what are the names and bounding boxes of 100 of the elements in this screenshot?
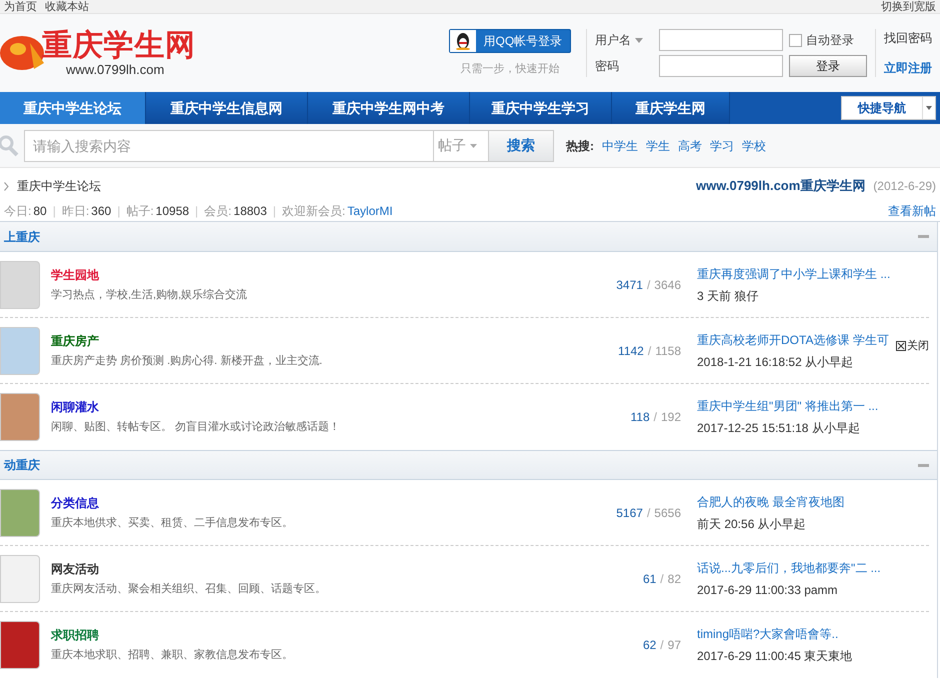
wide-version-link[interactable]: 切换到宽版 (881, 0, 936, 12)
section-title[interactable]: 上重庆 (0, 228, 40, 246)
forum-image-placeholder (0, 488, 40, 536)
post-count: 3646 (654, 276, 681, 294)
nav-tab[interactable]: 重庆学生网 (612, 92, 730, 124)
collapse-icon[interactable] (918, 235, 929, 238)
caret-icon (470, 144, 477, 148)
post-count: 97 (668, 637, 681, 654)
forum-description: 重庆房产走势 房价预测 .购房心得. 新楼开盘，业主交流. (51, 354, 324, 369)
hot-search-link[interactable]: 学习 (710, 136, 734, 154)
username-label[interactable]: 用户名 (595, 31, 653, 49)
nav-tab[interactable]: 重庆中学生论坛 (0, 92, 146, 124)
qq-login-button[interactable]: 用QQ帐号登录 (448, 28, 572, 53)
forum-description: 重庆本地求职、招聘、兼职、家教信息发布专区。 (51, 648, 294, 664)
hot-search-link[interactable]: 学生 (646, 136, 670, 154)
search-button[interactable]: 搜索 (488, 130, 554, 162)
top-link[interactable]: 为首页 (4, 0, 37, 12)
post-count: 1158 (655, 342, 681, 360)
stat-label: 昨日: (62, 202, 90, 220)
penguin-icon (454, 32, 471, 50)
nav-tab[interactable]: 重庆中学生网中考 (308, 92, 470, 124)
last-post-link[interactable]: 话说...九零后们，我地都要奔"二 ... (697, 558, 881, 576)
forum-image-placeholder (0, 326, 40, 374)
post-count: 5656 (654, 504, 681, 522)
stat-label: 会员: (204, 202, 232, 220)
logo-url: www.0799lh.com (65, 63, 166, 77)
register-link[interactable]: 立即注册 (884, 59, 932, 77)
stat-value: 18803 (234, 202, 267, 220)
forum-name[interactable]: 重庆房产 (51, 332, 587, 350)
forum-name[interactable]: 网友活动 (51, 560, 587, 578)
last-post-link[interactable]: 重庆高校老师开DOTA选修课 学生可 (697, 330, 889, 348)
forum-description: 闲聊、贴图、转帖专区。 勿盲目灌水或讨论政治敏感话题！ (51, 420, 342, 436)
stat-separator: | (195, 202, 198, 220)
post-count: 192 (660, 409, 681, 426)
forum-name[interactable]: 求职招聘 (51, 626, 587, 644)
last-post-link[interactable]: timing唔啱?大家會唔會等.. (697, 625, 838, 643)
caret-icon (635, 38, 643, 42)
new-member-label: 欢迎新会员: (282, 202, 346, 220)
forum-name[interactable]: 分类信息 (51, 494, 587, 512)
hot-search-label: 热搜: (566, 138, 594, 154)
hot-search-link[interactable]: 高考 (678, 136, 702, 154)
view-new-posts-link[interactable]: 查看新帖 (888, 202, 936, 220)
qq-login-hint: 只需一步，快速开始 (460, 62, 560, 77)
hot-search-link[interactable]: 学校 (742, 136, 766, 154)
last-post-meta: 2017-12-25 15:51:18 从小早起 (697, 420, 860, 437)
last-post-link[interactable]: 重庆再度强调了中小学上课和学生 ... (697, 264, 890, 282)
collapse-icon[interactable] (918, 464, 929, 466)
hot-search-link[interactable]: 中学生 (602, 136, 638, 154)
stat-separator: | (272, 202, 276, 220)
breadcrumb-link[interactable]: 重庆中学生论坛 (17, 177, 101, 195)
thread-count: 62 (642, 637, 656, 654)
forum-name[interactable]: 闲聊灌水 (51, 398, 587, 416)
close-icon (896, 341, 906, 352)
scope-dropdown[interactable]: 帖子 (434, 130, 488, 162)
caret-icon (926, 106, 932, 110)
stat-value: 10958 (156, 202, 190, 220)
forum-name[interactable]: 学生园地 (51, 266, 587, 284)
last-post-meta: 2017-6-29 11:00:45 東天東地 (697, 648, 852, 665)
last-post-link[interactable]: 重庆中学生组"男团" 将推出第一 ... (697, 397, 878, 415)
count-separator: / (660, 570, 664, 588)
site-date: (2012-6-29) (873, 178, 936, 195)
thread-count: 3471 (616, 276, 643, 294)
stat-separator: | (117, 202, 120, 220)
stat-separator: | (52, 202, 56, 220)
section-title[interactable]: 动重庆 (0, 456, 40, 474)
count-separator: / (654, 409, 657, 426)
post-count: 82 (668, 570, 681, 588)
forum-image-placeholder (0, 554, 40, 602)
nav-tab[interactable]: 重庆中学生学习 (470, 92, 612, 124)
password-field[interactable] (659, 55, 783, 77)
forgot-password-link[interactable]: 找回密码 (884, 29, 932, 47)
stat-label: 今日: (4, 202, 32, 220)
top-link[interactable]: 收藏本站 (45, 0, 89, 12)
site-link[interactable]: www.0799lh.com重庆学生网 (696, 176, 866, 196)
last-post-meta: 3 天前 狼仔 (697, 288, 758, 304)
thread-count: 61 (642, 570, 656, 588)
username-field[interactable] (659, 29, 783, 51)
close-link[interactable]: 关闭 (896, 338, 929, 354)
stat-label: 帖子: (126, 202, 154, 220)
logo-title: 重庆学生网 (42, 29, 196, 63)
thread-count: 1142 (618, 342, 644, 360)
count-separator: / (648, 342, 652, 360)
forum-description: 重庆网友活动、聚会相关组织、召集、回顾、话题专区。 (51, 582, 327, 597)
chevron-right-icon (4, 182, 9, 190)
new-member-link[interactable]: TaylorMI (347, 202, 393, 220)
last-post-link[interactable]: 合肥人的夜晚 最全宵夜地图 (697, 492, 844, 510)
forum-description: 重庆本地供求、买卖、租赁、二手信息发布专区。 (51, 516, 294, 531)
auto-login-checkbox[interactable] (789, 34, 802, 46)
thread-count: 5167 (616, 504, 643, 522)
search-field[interactable]: 请输入搜索内容 (24, 130, 434, 162)
last-post-meta: 2017-6-29 11:00:33 pamm (697, 582, 838, 598)
nav-tab[interactable]: 重庆中学生信息网 (146, 92, 308, 124)
count-separator: / (646, 504, 650, 522)
stat-value: 360 (91, 202, 112, 220)
forum-description: 学习热点，学校,生活,购物,娱乐综合交流 (51, 288, 248, 303)
thread-count: 118 (630, 409, 650, 426)
stat-value: 80 (33, 202, 47, 220)
password-label: 密码 (595, 58, 620, 75)
quick-nav-button[interactable]: 快捷导航 (841, 96, 936, 120)
login-button[interactable]: 登录 (789, 55, 867, 77)
